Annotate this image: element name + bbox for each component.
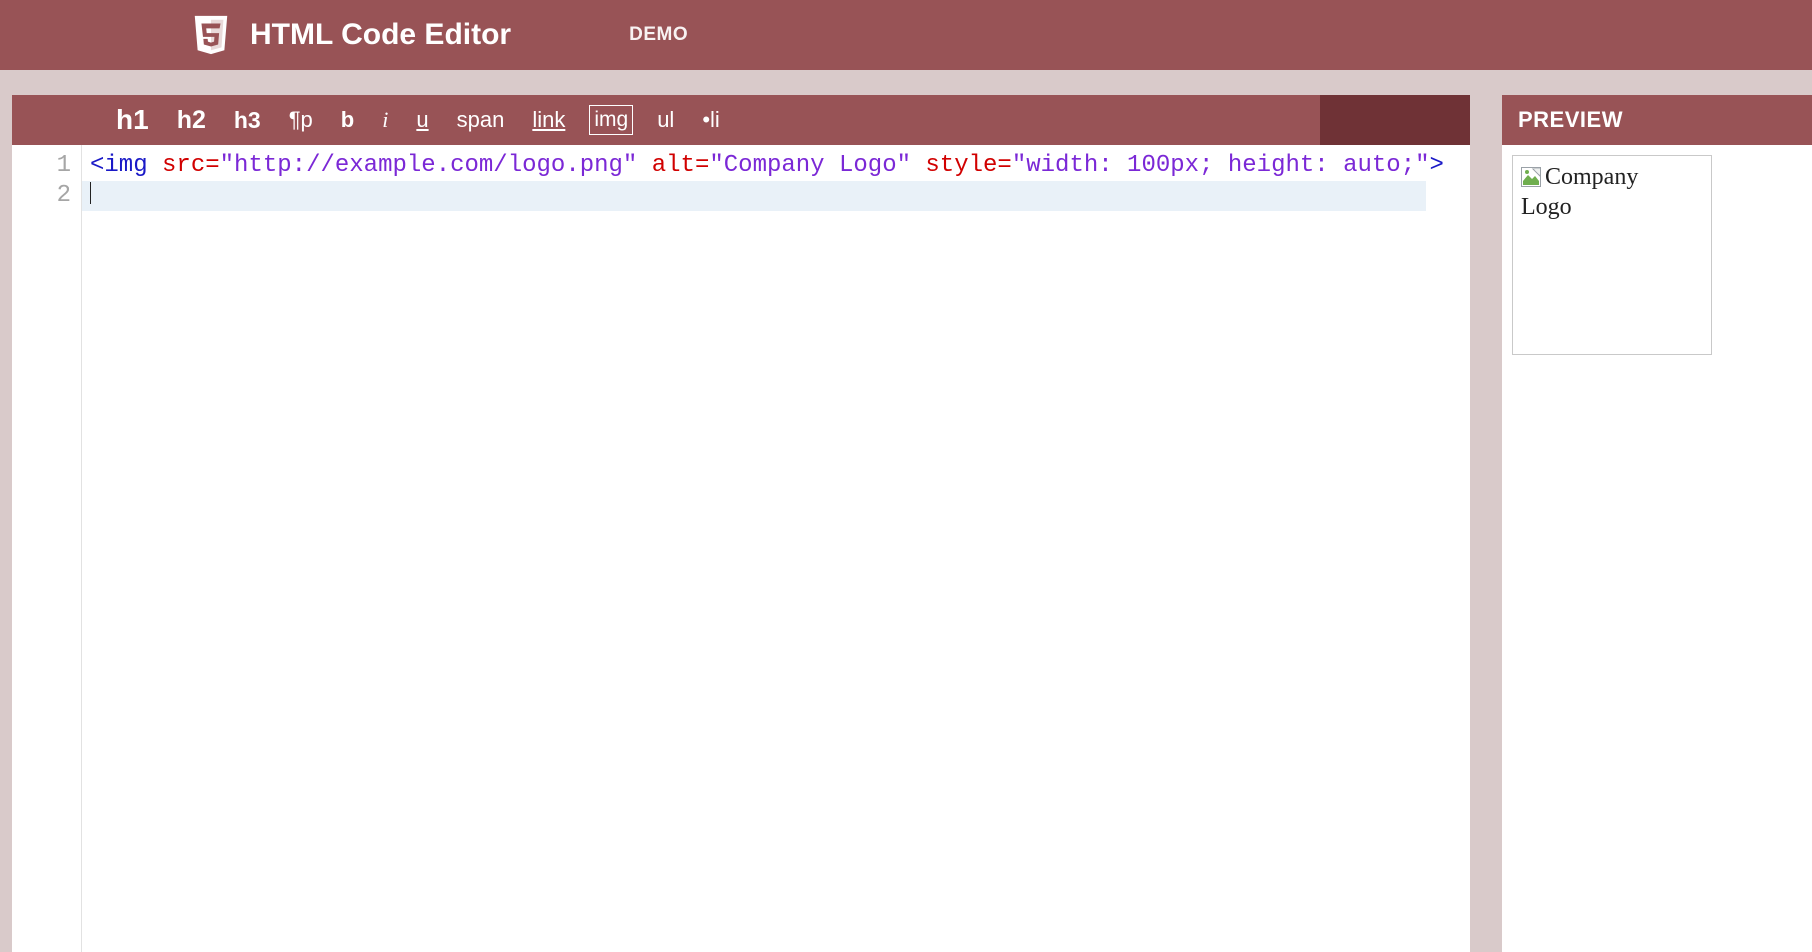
line-number: 2 <box>12 181 71 211</box>
code-token: > <box>1430 152 1444 179</box>
code-token <box>148 152 162 179</box>
code-token <box>911 152 925 179</box>
code-token: = <box>695 152 709 179</box>
app-title: HTML Code Editor <box>250 18 511 52</box>
code-token: "Company Logo" <box>709 152 911 179</box>
toolbar-italic-button[interactable]: i <box>378 105 392 135</box>
toolbar-underline-button[interactable]: u <box>412 105 432 135</box>
code-line[interactable] <box>90 181 1462 211</box>
toolbar-h3-button[interactable]: h3 <box>230 105 265 135</box>
code-area[interactable]: <img src="http://example.com/logo.png" a… <box>82 145 1470 952</box>
code-token: img <box>104 152 147 179</box>
app-root: HTML Code Editor DEMO h1 h2 h3 ¶p b i u … <box>0 0 1812 952</box>
preview-title: PREVIEW <box>1502 95 1812 145</box>
code-token: alt <box>652 152 695 179</box>
toolbar-link-button[interactable]: link <box>528 105 569 135</box>
editor-scrollbar[interactable] <box>1426 145 1470 952</box>
code-token: "http://example.com/logo.png" <box>220 152 638 179</box>
code-token: "width: 100px; height: auto;" <box>1012 152 1430 179</box>
preview-broken-image: Company Logo <box>1512 155 1712 355</box>
code-token: src <box>162 152 205 179</box>
code-token: = <box>997 152 1011 179</box>
toolbar-accent <box>1320 95 1470 145</box>
preview-alt-text: Company <box>1545 162 1638 192</box>
code-token: < <box>90 152 104 179</box>
code-line[interactable]: <img src="http://example.com/logo.png" a… <box>90 151 1462 181</box>
line-number: 1 <box>12 151 71 181</box>
preview-body: Company Logo <box>1502 145 1812 952</box>
toolbar-bold-button[interactable]: b <box>337 105 358 135</box>
toolbar-p-button[interactable]: ¶p <box>285 105 317 135</box>
workspace: h1 h2 h3 ¶p b i u span link img ul •li 1… <box>12 95 1812 952</box>
editor-panel: h1 h2 h3 ¶p b i u span link img ul •li 1… <box>12 95 1470 952</box>
code-token <box>637 152 651 179</box>
preview-alt-text: Logo <box>1521 192 1703 222</box>
editor-toolbar: h1 h2 h3 ¶p b i u span link img ul •li <box>12 95 1470 145</box>
toolbar-li-button[interactable]: •li <box>698 105 723 135</box>
line-number-gutter: 1 2 <box>12 145 82 952</box>
toolbar-ul-button[interactable]: ul <box>653 105 678 135</box>
html5-shield-icon <box>190 14 232 56</box>
preview-panel: PREVIEW Company <box>1502 95 1812 952</box>
toolbar-span-button[interactable]: span <box>453 105 509 135</box>
toolbar-img-button[interactable]: img <box>589 105 633 135</box>
nav-demo[interactable]: DEMO <box>629 24 688 46</box>
toolbar-h2-button[interactable]: h2 <box>173 105 210 135</box>
text-cursor <box>90 182 91 204</box>
toolbar-h1-button[interactable]: h1 <box>112 105 153 135</box>
app-header: HTML Code Editor DEMO <box>0 0 1812 70</box>
top-nav: DEMO <box>629 24 688 46</box>
code-token: = <box>205 152 219 179</box>
code-token: style <box>925 152 997 179</box>
broken-image-icon <box>1521 165 1541 185</box>
code-editor[interactable]: 1 2 <img src="http://example.com/logo.pn… <box>12 145 1470 952</box>
